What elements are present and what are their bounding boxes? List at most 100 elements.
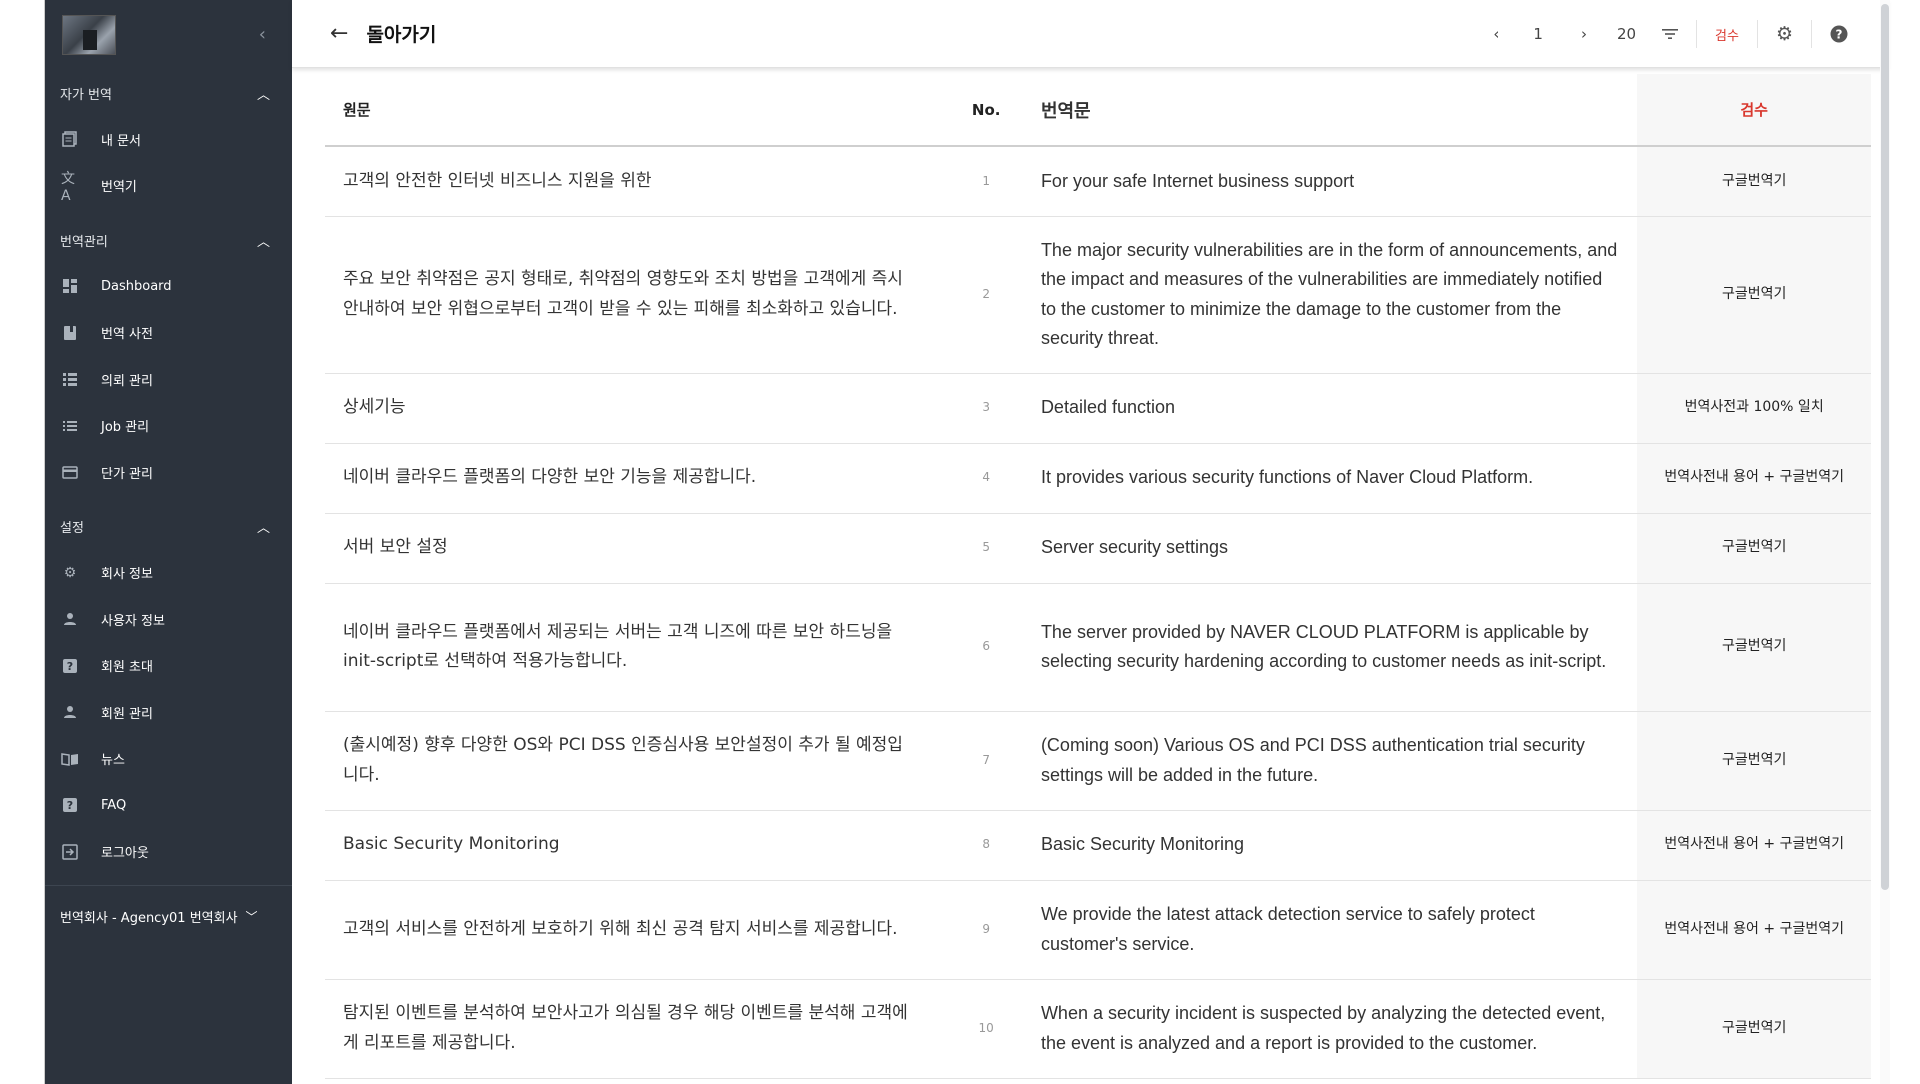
section-management[interactable]: 번역관리 ︿ [45, 217, 292, 263]
header-review[interactable]: 검수 [1637, 74, 1871, 147]
review-cell: 번역사전내 용어 + 구글번역기 [1637, 810, 1871, 881]
row-number: 7 [951, 711, 1021, 811]
sidebar-item-label: 단가 관리 [101, 466, 153, 482]
target-cell[interactable]: Basic Security Monitoring [1020, 810, 1638, 881]
section-settings[interactable]: 설정 ︿ [45, 504, 292, 550]
gear-icon[interactable]: ⚙ [1776, 23, 1793, 45]
sidebar-item-member-management[interactable]: 회원 관리 [45, 689, 292, 736]
table-row[interactable]: 네이버 클라우드 플랫폼에서 제공되는 서버는 고객 니즈에 따른 보안 하드닝… [325, 583, 1871, 712]
sidebar-item-job-management[interactable]: Job 관리 [45, 403, 292, 450]
row-number: 5 [951, 513, 1021, 584]
section-auto-translate[interactable]: 자가 번역 ︿ [45, 70, 292, 116]
row-number: 10 [951, 979, 1021, 1079]
current-page: 1 [1533, 25, 1543, 43]
review-cell: 번역사전내 용어 + 구글번역기 [1637, 443, 1871, 514]
chevron-left-icon[interactable]: ‹ [259, 24, 266, 45]
sidebar-item-company-info[interactable]: ⚙ 회사 정보 [45, 550, 292, 597]
chevron-up-icon[interactable]: ︿ [257, 517, 270, 536]
header-target[interactable]: 번역문 [1020, 74, 1638, 147]
sidebar-item-logout[interactable]: 로그아웃 [45, 829, 292, 876]
chevron-down-icon: ﹀ [245, 909, 258, 924]
section-title: 자가 번역 [60, 87, 112, 103]
prev-page-button[interactable]: ‹ [1493, 25, 1499, 43]
target-cell[interactable]: The major security vulnerabilities are i… [1020, 216, 1638, 374]
target-cell[interactable]: It provides various security functions o… [1020, 443, 1638, 514]
top-bar: ← 돌아가기 ‹ 1 › 20 검수 ⚙ ? [292, 0, 1888, 68]
back-arrow-icon[interactable]: ← [330, 21, 348, 46]
target-cell[interactable]: We provide the latest attack detection s… [1020, 880, 1638, 980]
review-cell: 구글번역기 [1637, 979, 1871, 1079]
table-row[interactable]: Basic Security Monitoring 8 Basic Securi… [325, 810, 1871, 881]
sidebar-item-dictionary[interactable]: 번역 사전 [45, 310, 292, 357]
toolbar-divider [1696, 20, 1698, 48]
row-number: 1 [951, 146, 1021, 217]
section-title: 설정 [60, 521, 84, 536]
sidebar-item-label: 의뢰 관리 [101, 373, 153, 389]
source-cell[interactable]: 주요 보안 취약점은 공지 형태로, 취약점의 영향도와 조치 방법을 고객에게… [325, 216, 952, 374]
sidebar-item-faq[interactable]: ? FAQ [45, 782, 292, 829]
table-row[interactable]: 고객의 안전한 인터넷 비즈니스 지원을 위한 1 For your safe … [325, 146, 1871, 217]
table-row[interactable]: 주요 보안 취약점은 공지 형태로, 취약점의 영향도와 조치 방법을 고객에게… [325, 216, 1871, 374]
sidebar-item-news[interactable]: 뉴스 [45, 736, 292, 783]
sidebar-item-label: 내 문서 [101, 133, 142, 149]
table-row[interactable]: 탐지된 이벤트를 분석하여 보안사고가 의심될 경우 해당 이벤트를 분석해 고… [325, 979, 1871, 1079]
filter-icon[interactable] [1662, 28, 1679, 40]
table-row[interactable]: 서버 보안 설정 5 Server security settings 구글번역… [325, 513, 1871, 584]
book-icon [61, 324, 79, 342]
source-cell[interactable]: Basic Security Monitoring [325, 810, 952, 881]
header-source[interactable]: 원문 [325, 74, 952, 147]
target-cell[interactable]: Detailed function [1020, 373, 1638, 444]
toolbar-divider [1811, 20, 1812, 48]
chevron-up-icon[interactable]: ︿ [257, 231, 270, 250]
sidebar-item-user-info[interactable]: 사용자 정보 [45, 596, 292, 643]
page-size[interactable]: 20 [1617, 25, 1636, 43]
source-cell[interactable]: 고객의 서비스를 안전하게 보호하기 위해 최신 공격 탐지 서비스를 제공합니… [325, 880, 952, 980]
row-number: 3 [951, 373, 1021, 444]
dashboard-icon [61, 277, 79, 295]
chevron-up-icon[interactable]: ︿ [257, 84, 270, 103]
sidebar-item-translator[interactable]: 文A 번역기 [45, 163, 292, 210]
app-frame: ‹ 자가 번역 ︿ 내 문서 文A 번역기 번역관리 ︿ Dashboard 번… [44, 0, 1888, 1084]
source-cell[interactable]: 서버 보안 설정 [325, 513, 952, 584]
sidebar-item-my-documents[interactable]: 내 문서 [45, 116, 292, 163]
sidebar: ‹ 자가 번역 ︿ 내 문서 文A 번역기 번역관리 ︿ Dashboard 번… [45, 0, 292, 1084]
source-cell[interactable]: 상세기능 [325, 373, 952, 444]
back-label[interactable]: 돌아가기 [366, 20, 436, 47]
source-cell[interactable]: 탐지된 이벤트를 분석하여 보안사고가 의심될 경우 해당 이벤트를 분석해 고… [325, 979, 952, 1079]
table-row[interactable]: 네이버 클라우드 플랫폼의 다양한 보안 기능을 제공합니다. 4 It pro… [325, 443, 1871, 514]
company-logo[interactable] [62, 15, 116, 55]
person-icon [61, 703, 79, 721]
sidebar-item-price-management[interactable]: 단가 관리 [45, 449, 292, 496]
source-cell[interactable]: 고객의 안전한 인터넷 비즈니스 지원을 위한 [325, 146, 952, 217]
sidebar-item-request-management[interactable]: 의뢰 관리 [45, 356, 292, 403]
target-cell[interactable]: When a security incident is suspected by… [1020, 979, 1638, 1079]
help-icon[interactable]: ? [1830, 25, 1848, 43]
target-cell[interactable]: Server security settings [1020, 513, 1638, 584]
source-cell[interactable]: 네이버 클라우드 플랫폼에서 제공되는 서버는 고객 니즈에 따른 보안 하드닝… [325, 583, 952, 712]
source-cell[interactable]: 네이버 클라우드 플랫폼의 다양한 보안 기능을 제공합니다. [325, 443, 952, 514]
agency-selector[interactable]: 번역회사 - Agency01 번역회사 ﹀ [45, 896, 292, 936]
sidebar-item-label: 로그아웃 [101, 846, 149, 862]
sidebar-item-dashboard[interactable]: Dashboard [45, 263, 292, 310]
row-number: 6 [951, 583, 1021, 712]
row-number: 4 [951, 443, 1021, 514]
sidebar-item-label: 회원 초대 [101, 660, 153, 676]
scrollbar-thumb[interactable] [1881, 4, 1889, 890]
review-cell: 구글번역기 [1637, 216, 1871, 374]
table-row[interactable]: 고객의 서비스를 안전하게 보호하기 위해 최신 공격 탐지 서비스를 제공합니… [325, 880, 1871, 980]
sidebar-header: ‹ [45, 0, 292, 70]
target-cell[interactable]: (Coming soon) Various OS and PCI DSS aut… [1020, 711, 1638, 811]
review-button[interactable]: 검수 [1715, 25, 1739, 44]
review-cell: 번역사전내 용어 + 구글번역기 [1637, 880, 1871, 980]
sidebar-item-member-invite[interactable]: ? 회원 초대 [45, 643, 292, 690]
target-cell[interactable]: For your safe Internet business support [1020, 146, 1638, 217]
next-page-button[interactable]: › [1581, 25, 1587, 43]
person-icon [61, 610, 79, 628]
table-row[interactable]: (출시예정) 향후 다양한 OS와 PCI DSS 인증심사용 보안설정이 추가… [325, 711, 1871, 811]
sidebar-item-label: 회사 정보 [101, 567, 153, 583]
table-row[interactable]: 상세기능 3 Detailed function 번역사전과 100% 일치 [325, 373, 1871, 444]
row-number: 8 [951, 810, 1021, 881]
target-cell[interactable]: The server provided by NAVER CLOUD PLATF… [1020, 583, 1638, 712]
open-book-icon [61, 750, 79, 768]
source-cell[interactable]: (출시예정) 향후 다양한 OS와 PCI DSS 인증심사용 보안설정이 추가… [325, 711, 952, 811]
